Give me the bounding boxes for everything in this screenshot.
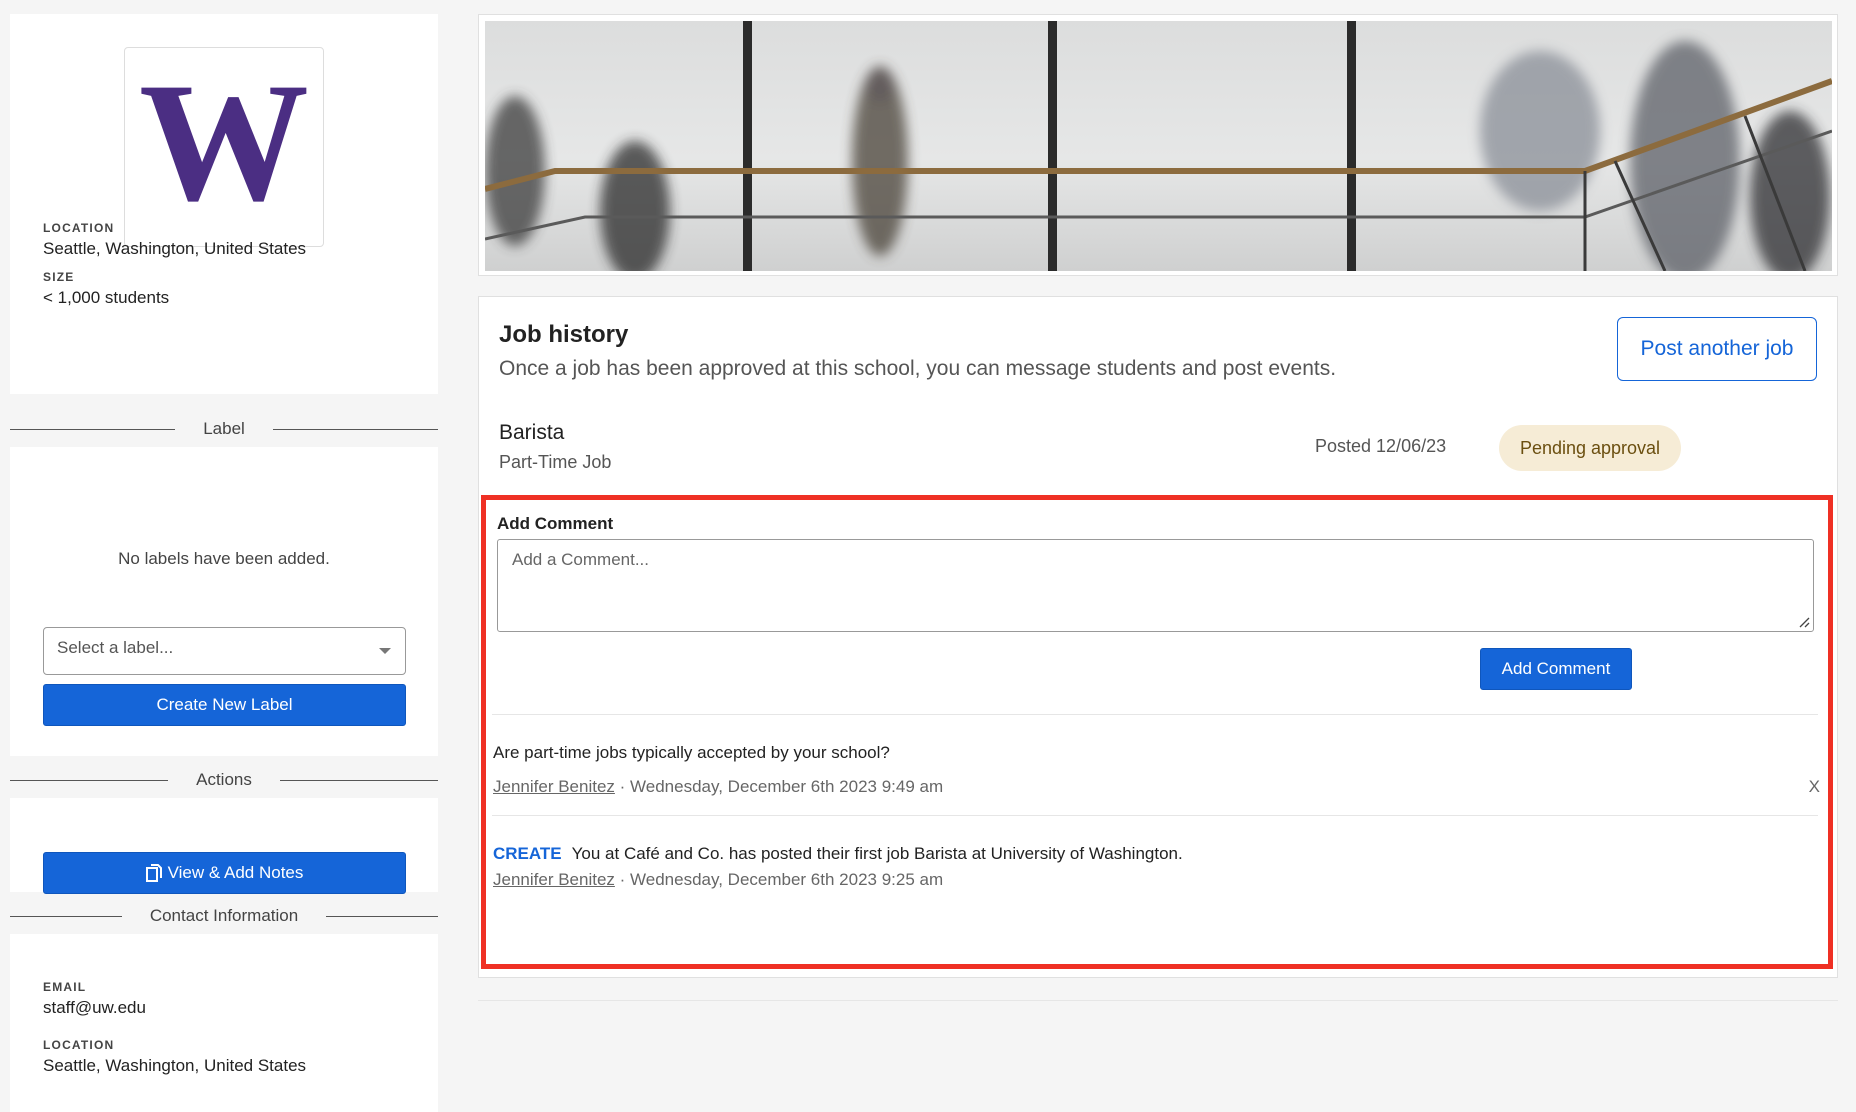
size-label: SIZE	[43, 270, 75, 284]
comment-input-placeholder: Add a Comment...	[512, 550, 650, 569]
contact-heading: Contact Information	[149, 906, 299, 925]
size-value: < 1,000 students	[43, 288, 170, 307]
contact-location-value: Seattle, Washington, United States	[43, 1056, 307, 1075]
label-select[interactable]: Select a label...	[43, 627, 406, 675]
actions-heading: Actions	[196, 770, 252, 789]
page-title: Job history	[499, 321, 629, 348]
email-label: EMAIL	[43, 980, 87, 994]
page-bottom-divider	[478, 1000, 1838, 1001]
job-posted-date: Posted 12/06/23	[1315, 436, 1447, 456]
label-section-divider: Label	[10, 411, 439, 447]
post-another-job-button[interactable]: Post another job	[1617, 317, 1817, 381]
comment-section: Add Comment Add a Comment... Add Comment…	[481, 495, 1833, 969]
copy-notes-icon	[145, 864, 162, 882]
job-history-panel: Job history Once a job has been approved…	[478, 296, 1838, 978]
location-value: Seattle, Washington, United States	[43, 239, 307, 258]
location-label: LOCATION	[43, 221, 115, 235]
view-add-notes-label: View & Add Notes	[167, 863, 304, 882]
activity-text: You at Café and Co. has posted their fir…	[571, 844, 1183, 863]
activity-type-tag: CREATE	[493, 844, 562, 863]
comment-meta: Jennifer Benitez · Wednesday, December 6…	[493, 777, 943, 797]
comment-text: Are part-time jobs typically accepted by…	[493, 743, 890, 762]
hero-image	[485, 21, 1832, 271]
contact-card: EMAIL staff@uw.edu LOCATION Seattle, Was…	[10, 934, 438, 1112]
create-new-label-button[interactable]: Create New Label	[43, 684, 406, 726]
uw-w-logo-icon: W	[139, 77, 309, 217]
contact-location-label: LOCATION	[43, 1038, 115, 1052]
activity-meta: Jennifer Benitez · Wednesday, December 6…	[493, 870, 943, 890]
comment-timestamp: · Wednesday, December 6th 2023 9:49 am	[614, 777, 944, 796]
status-badge: Pending approval	[1499, 425, 1681, 471]
add-comment-label: Add Comment	[497, 514, 614, 533]
comment-divider	[492, 714, 1818, 715]
comment-input[interactable]: Add a Comment...	[497, 539, 1814, 632]
contact-section-divider: Contact Information	[10, 898, 439, 934]
labels-card: No labels have been added. Select a labe…	[10, 447, 438, 756]
school-logo: W	[124, 47, 324, 247]
email-value: staff@uw.edu	[43, 998, 146, 1017]
label-heading: Label	[203, 419, 245, 438]
activity-author-link[interactable]: Jennifer Benitez	[493, 870, 615, 889]
no-labels-text: No labels have been added.	[118, 549, 330, 568]
label-select-placeholder: Select a label...	[57, 638, 174, 657]
staircase-photo	[485, 21, 1832, 271]
comment-divider	[492, 815, 1818, 816]
school-info-card: W LOCATION Seattle, Washington, United S…	[10, 14, 438, 394]
actions-section-divider: Actions	[10, 762, 438, 798]
chevron-down-icon	[379, 648, 391, 654]
activity-timestamp: · Wednesday, December 6th 2023 9:25 am	[614, 870, 944, 889]
hero-banner	[478, 14, 1838, 276]
activity-entry: CREATE You at Café and Co. has posted the…	[493, 844, 1183, 864]
add-comment-button[interactable]: Add Comment	[1480, 648, 1632, 690]
delete-comment-close-icon[interactable]: X	[1809, 777, 1820, 797]
svg-text:W: W	[139, 77, 309, 217]
view-add-notes-button[interactable]: View & Add Notes	[43, 852, 406, 894]
job-type: Part-Time Job	[499, 452, 612, 472]
comment-author-link[interactable]: Jennifer Benitez	[493, 777, 615, 796]
job-title[interactable]: Barista	[499, 421, 564, 445]
job-history-subtitle: Once a job has been approved at this sch…	[499, 357, 1337, 380]
actions-card: View & Add Notes	[10, 798, 438, 894]
school-sidebar: W LOCATION Seattle, Washington, United S…	[10, 14, 439, 1112]
resize-handle-icon[interactable]	[1798, 616, 1810, 628]
